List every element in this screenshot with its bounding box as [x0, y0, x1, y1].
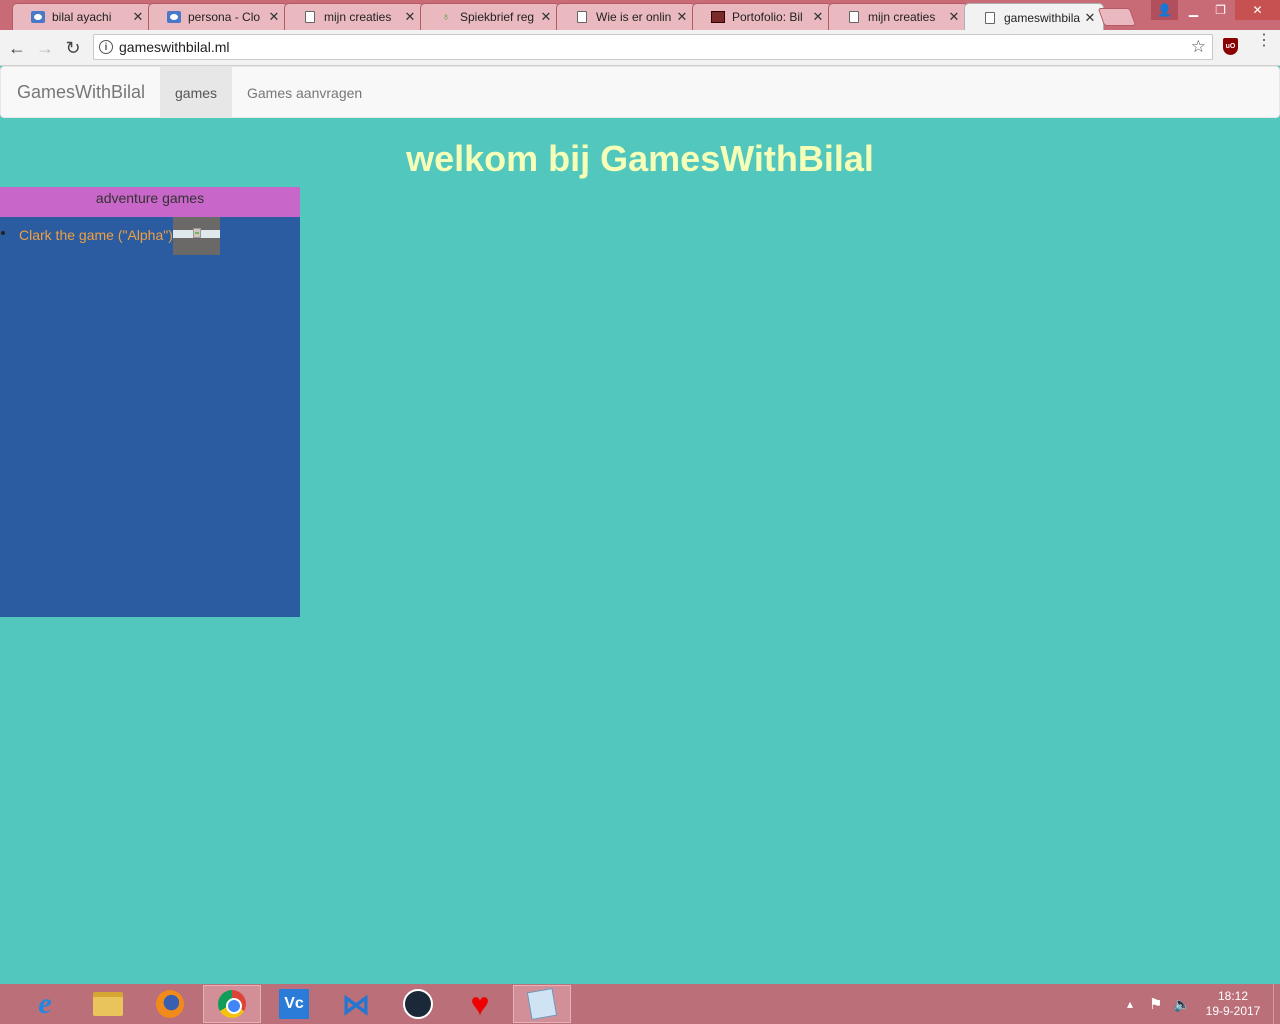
notepad-icon[interactable]	[513, 985, 571, 1023]
tray-expand-icon[interactable]: ▴	[1127, 984, 1133, 1024]
panel-header: adventure games	[0, 187, 300, 217]
windows-taskbar: e Vc ⋈ ♥ ▴ ⚑ 🔈 18:12 19-9-2017	[0, 984, 1280, 1024]
document-icon	[983, 11, 997, 25]
tab-title: mijn creaties	[868, 10, 936, 24]
adventure-games-panel: adventure games Clark the game ("Alpha")	[0, 187, 300, 617]
browser-tab[interactable]: Portofolio: Bil ✕	[692, 3, 832, 30]
tab-title: mijn creaties	[324, 10, 392, 24]
clock-time: 18:12	[1217, 989, 1249, 1003]
bookmark-star-icon[interactable]: ☆	[1191, 37, 1206, 57]
restore-button[interactable]: ❐	[1207, 0, 1234, 20]
browser-tab-active[interactable]: gameswithbila ✕	[964, 3, 1104, 31]
browser-tab[interactable]: mijn creaties ✕	[828, 3, 968, 30]
leaf-icon: ♁	[441, 11, 451, 23]
clock-date: 19-9-2017	[1205, 1004, 1261, 1018]
tab-title: Portofolio: Bil	[732, 10, 803, 24]
site-brand[interactable]: GamesWithBilal	[17, 82, 145, 103]
user-icon[interactable]: 👤	[1151, 0, 1178, 20]
tab-title: persona - Clo	[188, 10, 261, 24]
browser-tab[interactable]: bilal ayachi ✕	[12, 3, 152, 30]
list-item: Clark the game ("Alpha")	[0, 217, 300, 257]
site-navbar: GamesWithBilal games Games aanvragen	[0, 66, 1280, 118]
visual-studio-icon[interactable]: ⋈	[327, 985, 385, 1023]
bullet-icon	[1, 231, 5, 235]
new-tab-button[interactable]	[1097, 8, 1137, 26]
browser-tab-strip: bilal ayachi ✕ persona - Clo ✕ mijn crea…	[0, 0, 1280, 31]
nav-link-games-aanvragen[interactable]: Games aanvragen	[232, 67, 377, 118]
nav-link-games[interactable]: games	[160, 67, 233, 118]
cloud-icon	[31, 10, 45, 24]
tab-title: bilal ayachi	[52, 10, 112, 24]
browser-tab[interactable]: ♁ Spiekbrief reg ✕	[420, 3, 560, 30]
reload-button[interactable]: ↻	[62, 37, 84, 59]
internet-explorer-icon[interactable]: e	[16, 985, 74, 1023]
close-icon[interactable]: ✕	[539, 9, 553, 25]
volume-icon[interactable]: 🔈	[1173, 984, 1190, 1024]
tab-title: gameswithbila	[1004, 10, 1081, 25]
steam-icon[interactable]	[389, 985, 447, 1023]
close-icon[interactable]: ✕	[1083, 10, 1097, 26]
close-icon[interactable]: ✕	[131, 9, 145, 25]
close-icon[interactable]: ✕	[403, 9, 417, 25]
page-title: welkom bij GamesWithBilal	[406, 138, 874, 179]
action-center-flag-icon[interactable]: ⚑	[1149, 984, 1162, 1024]
game-list: Clark the game ("Alpha")	[0, 217, 300, 257]
ublock-extension-icon[interactable]: uO	[1223, 38, 1238, 55]
document-icon	[575, 10, 589, 24]
chrome-icon[interactable]	[203, 985, 261, 1023]
back-button[interactable]: ←	[6, 37, 28, 59]
show-desktop-button[interactable]	[1273, 984, 1280, 1024]
browser-tab[interactable]: persona - Clo ✕	[148, 3, 288, 30]
address-bar[interactable]: i gameswithbilal.ml ☆	[93, 34, 1213, 60]
heart-icon[interactable]: ♥	[451, 985, 509, 1023]
browser-menu-icon[interactable]: ⋮	[1256, 33, 1272, 56]
document-icon	[303, 10, 317, 24]
vc-icon[interactable]: Vc	[265, 985, 323, 1023]
browser-toolbar: ← → ↻ i gameswithbilal.ml ☆ uO ⋮	[0, 30, 1280, 66]
browser-tab[interactable]: Wie is er onlin ✕	[556, 3, 696, 30]
system-clock[interactable]: 18:12 19-9-2017	[1198, 989, 1268, 1019]
close-window-button[interactable]: ✕	[1235, 0, 1280, 20]
browser-tab[interactable]: mijn creaties ✕	[284, 3, 424, 30]
close-icon[interactable]: ✕	[267, 9, 281, 25]
close-icon[interactable]: ✕	[811, 9, 825, 25]
tab-title: Wie is er onlin	[596, 10, 672, 24]
firefox-icon[interactable]	[141, 985, 199, 1023]
game-thumbnail[interactable]	[173, 217, 220, 255]
close-icon[interactable]: ✕	[675, 9, 689, 25]
minimize-button[interactable]: ▁	[1180, 0, 1207, 20]
game-link[interactable]: Clark the game ("Alpha")	[19, 227, 173, 243]
document-icon	[847, 10, 861, 24]
close-icon[interactable]: ✕	[947, 9, 961, 25]
info-icon[interactable]: i	[99, 40, 113, 54]
file-explorer-icon[interactable]	[79, 985, 137, 1023]
portfolio-icon	[711, 10, 725, 24]
cloud-icon	[167, 10, 181, 24]
tab-title: Spiekbrief reg	[460, 10, 535, 24]
url-text[interactable]: gameswithbilal.ml	[119, 39, 1191, 55]
forward-button[interactable]: →	[34, 37, 56, 59]
